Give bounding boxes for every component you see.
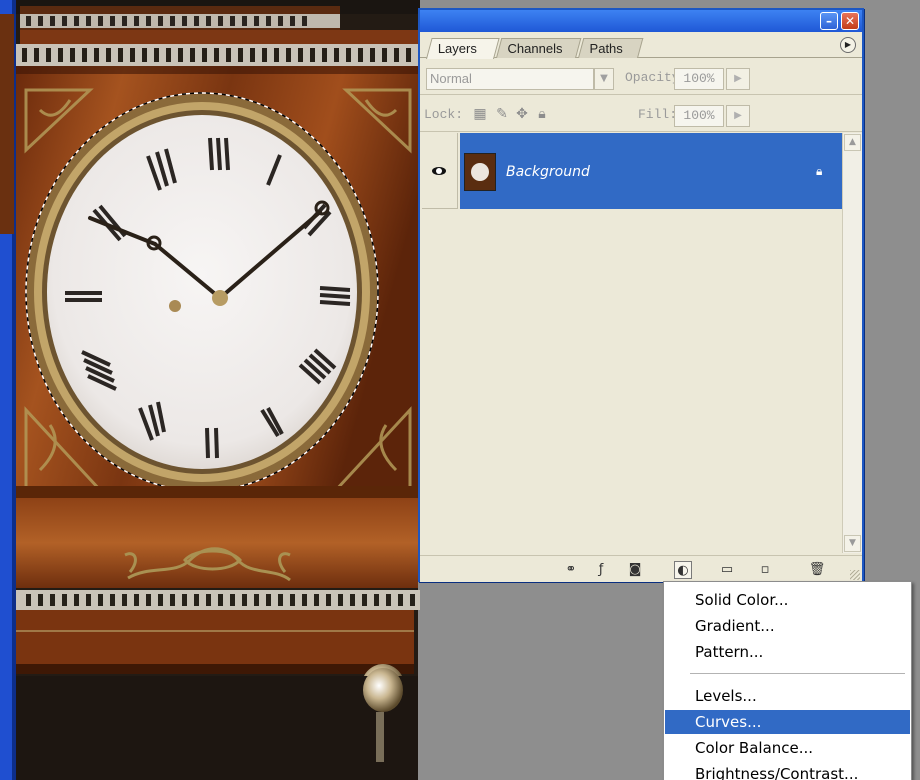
menu-item-color-balance[interactable]: Color Balance... — [665, 736, 910, 760]
tab-channels-label: Channels — [507, 41, 563, 56]
menu-item-solid-color[interactable]: Solid Color... — [665, 588, 910, 612]
lock-transparency-icon[interactable]: ▦ — [472, 106, 488, 122]
scroll-down-icon[interactable]: ▼ — [844, 535, 861, 552]
palette-tabs: Layers Channels Paths ▶ — [420, 32, 862, 59]
layer-name: Background — [506, 164, 590, 180]
link-icon[interactable]: ⚭ — [562, 561, 580, 579]
fill-input[interactable]: 100% — [674, 105, 724, 127]
adjustment-layer-menu: Solid Color... Gradient... Pattern... Le… — [663, 581, 912, 780]
layer-mask-icon[interactable]: ◙ — [626, 561, 644, 579]
opacity-input[interactable]: 100% — [674, 68, 724, 90]
tab-channels[interactable]: Channels — [496, 38, 582, 58]
menu-item-curves[interactable]: Curves... — [665, 710, 910, 734]
menu-separator — [690, 673, 905, 674]
tab-paths[interactable]: Paths — [578, 38, 644, 58]
palette-titlebar[interactable]: – ✕ — [420, 10, 862, 32]
layer-item-background[interactable]: Background 🔒︎ — [460, 133, 842, 209]
eye-icon — [432, 167, 446, 175]
scroll-up-icon[interactable]: ▲ — [844, 134, 861, 151]
tab-layers-label: Layers — [437, 41, 477, 56]
lock-move-icon[interactable]: ✥ — [514, 106, 530, 122]
close-button[interactable]: ✕ — [841, 12, 859, 30]
visibility-toggle[interactable] — [422, 133, 458, 209]
menu-item-gradient[interactable]: Gradient... — [665, 614, 910, 638]
lock-row: Lock: ▦ ✎ ✥ 🔒︎ Fill: 100% ▶ — [420, 96, 862, 132]
resize-grip[interactable] — [850, 570, 860, 580]
layer-list: Background 🔒︎ — [422, 133, 842, 553]
layers-palette: – ✕ Layers Channels Paths ▶ Normal ▼ Opa… — [418, 8, 864, 582]
palette-bottom-bar: ⚭ ƒ ◙ ◐ ▭ ▫ 🗑︎ — [420, 555, 862, 582]
palette-menu-icon[interactable]: ▶ — [840, 37, 856, 53]
tab-paths-label: Paths — [589, 41, 623, 56]
layer-list-scrollbar[interactable]: ▲ ▼ — [842, 133, 862, 553]
tab-layers[interactable]: Layers — [426, 38, 500, 59]
blend-mode-select[interactable]: Normal — [426, 68, 594, 90]
menu-item-pattern[interactable]: Pattern... — [665, 640, 910, 664]
lock-icon: 🔒︎ — [816, 164, 823, 178]
group-folder-icon[interactable]: ▭ — [718, 561, 736, 579]
lock-label: Lock: — [424, 107, 464, 122]
trash-icon[interactable]: 🗑︎ — [808, 561, 826, 579]
new-layer-icon[interactable]: ▫ — [756, 561, 774, 579]
adjustment-layer-icon[interactable]: ◐ — [674, 561, 692, 579]
menu-item-brightness-contrast[interactable]: Brightness/Contrast... — [665, 762, 910, 780]
layer-thumbnail — [464, 153, 496, 191]
lock-all-icon[interactable]: 🔒︎ — [534, 106, 550, 122]
menu-item-levels[interactable]: Levels... — [665, 684, 910, 708]
layer-style-icon[interactable]: ƒ — [592, 561, 610, 579]
minimize-button[interactable]: – — [820, 12, 838, 30]
lock-brush-icon[interactable]: ✎ — [494, 106, 510, 122]
chevron-down-icon[interactable]: ▼ — [594, 68, 614, 90]
fill-label: Fill: — [638, 107, 678, 122]
blend-row: Normal ▼ Opacity: 100% ▶ — [420, 59, 862, 95]
layer-row[interactable]: Background 🔒︎ — [422, 133, 842, 209]
opacity-slider-arrow-icon[interactable]: ▶ — [726, 68, 750, 90]
fill-slider-arrow-icon[interactable]: ▶ — [726, 105, 750, 127]
